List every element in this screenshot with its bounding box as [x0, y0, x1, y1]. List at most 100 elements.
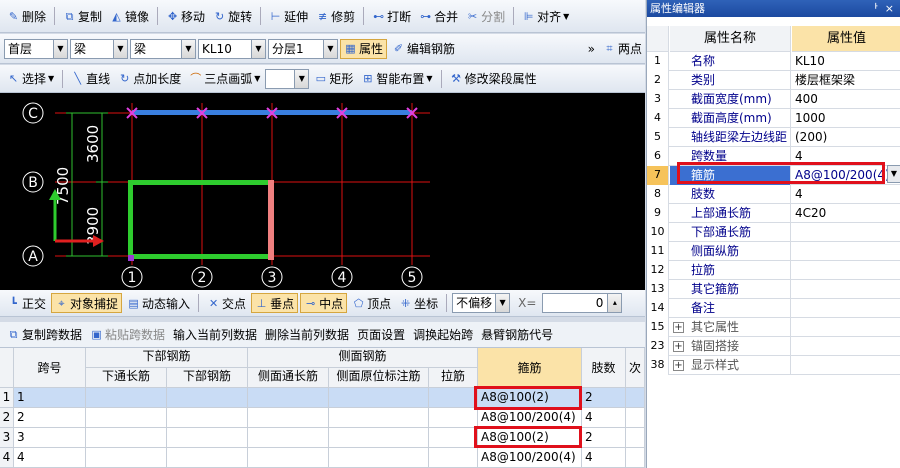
break-button[interactable]: ⊷ 打断 [369, 6, 414, 26]
property-row[interactable]: 9 上部通长筋 4C20 [647, 204, 900, 223]
property-value[interactable]: 楼层框架梁 [792, 71, 900, 90]
property-value[interactable]: 1000 [792, 109, 900, 128]
table-cell-stirrup[interactable]: A8@100/200(4) [478, 408, 582, 428]
page-setup-button[interactable]: 页面设置 [354, 325, 408, 345]
table-cell-legs[interactable]: 4 [582, 408, 626, 428]
stirrup-dropdown-icon[interactable]: ▼ [887, 165, 900, 183]
table-cell[interactable] [626, 428, 645, 448]
property-row[interactable]: 14 备注 [647, 299, 900, 318]
property-row[interactable]: 8 肢数 4 [647, 185, 900, 204]
property-value[interactable]: 4C20 [792, 204, 900, 223]
col-tie-header[interactable]: 拉筋 [429, 368, 478, 388]
copy-button[interactable]: ⧉ 复制 [60, 6, 105, 26]
coord-snap[interactable]: ⁜ 坐标 [396, 293, 441, 313]
col-bottom-through-header[interactable]: 下通长筋 [86, 368, 167, 388]
table-cell[interactable] [329, 428, 429, 448]
expand-icon[interactable]: + [673, 322, 684, 333]
perp-snap[interactable]: ⊥ 垂点 [251, 293, 299, 313]
col-more-header[interactable]: 次 [626, 348, 645, 388]
mirror-button[interactable]: ◭ 镜像 [107, 6, 152, 26]
property-row[interactable]: 12 拉筋 [647, 261, 900, 280]
property-value[interactable] [792, 299, 900, 318]
toolbar-overflow[interactable]: » [585, 39, 598, 59]
ortho-toggle[interactable]: ┗ 正交 [4, 293, 49, 313]
table-cell[interactable] [329, 448, 429, 468]
col-span-header[interactable]: 跨号 [14, 348, 86, 388]
table-cell[interactable] [429, 408, 478, 428]
property-value[interactable]: 4 [792, 185, 900, 204]
align-button[interactable]: ⊫ 对齐 ▼ [519, 6, 572, 26]
rect-button[interactable]: ▭ 矩形 [311, 69, 356, 89]
merge-button[interactable]: ⊶ 合并 [416, 6, 461, 26]
intersect-snap[interactable]: ✕ 交点 [204, 293, 249, 313]
table-cell[interactable] [248, 388, 329, 408]
expand-icon[interactable]: + [673, 360, 684, 371]
table-cell[interactable] [626, 388, 645, 408]
delete-col-button[interactable]: 删除当前列数据 [262, 325, 352, 345]
modify-span-button[interactable]: ⚒ 修改梁段属性 [447, 69, 540, 89]
property-row[interactable]: 1 名称 KL10 [647, 52, 900, 71]
smart-layout-button[interactable]: ⊞ 智能布置 ▼ [358, 69, 435, 89]
table-cell[interactable] [248, 428, 329, 448]
rotate-button[interactable]: ↻ 旋转 [210, 6, 255, 26]
table-cell[interactable] [167, 448, 248, 468]
table-cell-legs[interactable]: 2 [582, 388, 626, 408]
edit-rebar-button[interactable]: ✐ 编辑钢筋 [389, 39, 458, 59]
property-row[interactable]: 13 其它箍筋 [647, 280, 900, 299]
property-row[interactable]: 10 下部通长筋 [647, 223, 900, 242]
table-cell[interactable] [86, 448, 167, 468]
three-point-arc-button[interactable]: ⌒ 三点画弧 ▼ [186, 69, 263, 89]
table-cell[interactable] [429, 448, 478, 468]
dynamic-input-toggle[interactable]: ▤ 动态输入 [124, 293, 193, 313]
line-button[interactable]: ╲ 直线 [68, 69, 113, 89]
split-button[interactable]: ✂ 分割 [463, 6, 508, 26]
table-cell[interactable] [167, 388, 248, 408]
component-subtype-select[interactable]: 梁 ▼ [130, 38, 196, 59]
col-legs-header[interactable]: 肢数 [582, 348, 626, 388]
move-button[interactable]: ✥ 移动 [163, 6, 208, 26]
adjust-start-button[interactable]: 调换起始跨 [410, 325, 476, 345]
table-cell[interactable] [429, 388, 478, 408]
property-row[interactable]: 5 轴线距梁左边线距 (200) [647, 128, 900, 147]
close-icon[interactable]: × [885, 0, 894, 17]
attribute-button[interactable]: ▦ 属性 [340, 38, 388, 59]
two-point-button[interactable]: ⌗ 两点 [600, 39, 645, 59]
table-cell-stirrup[interactable]: A8@100/200(4) [478, 448, 582, 468]
property-row[interactable]: 4 截面高度(mm) 1000 [647, 109, 900, 128]
table-cell[interactable] [329, 408, 429, 428]
input-col-button[interactable]: 输入当前列数据 [170, 325, 260, 345]
beam-selected-right[interactable] [268, 180, 274, 260]
beam-green-top[interactable] [128, 180, 272, 185]
property-value[interactable] [792, 280, 900, 299]
property-value[interactable] [792, 356, 900, 375]
property-row[interactable]: 38 + 显示样式 [647, 356, 900, 375]
offset-select[interactable]: 不偏移 ▼ [452, 293, 511, 313]
object-snap-toggle[interactable]: ⌖ 对象捕捉 [51, 293, 123, 313]
col-side-header[interactable]: 侧面钢筋 [248, 348, 478, 368]
property-row[interactable]: 23 + 锚固搭接 [647, 337, 900, 356]
table-cell[interactable] [626, 408, 645, 428]
beam-green-left[interactable] [128, 180, 133, 260]
col-bottom-bar-header[interactable]: 下部钢筋 [167, 368, 248, 388]
delete-button[interactable]: ✎ 删除 [4, 6, 49, 26]
component-name-select[interactable]: KL10 ▼ [198, 38, 266, 59]
col-side-through-header[interactable]: 侧面通长筋 [248, 368, 329, 388]
expand-icon[interactable]: + [673, 341, 684, 352]
table-cell-legs[interactable]: 4 [582, 448, 626, 468]
mid-snap[interactable]: ⊸ 中点 [300, 293, 348, 313]
table-cell[interactable] [167, 408, 248, 428]
cantilever-button[interactable]: 悬臂钢筋代号 [478, 325, 556, 345]
paste-span-button[interactable]: ▣ 粘贴跨数据 [87, 325, 168, 345]
drawing-canvas[interactable]: 3600 3900 7500 C B A 1 2 3 4 5 [0, 93, 645, 290]
table-cell[interactable] [86, 388, 167, 408]
floor-select[interactable]: 首层 ▼ [4, 38, 68, 59]
table-cell-span[interactable]: 2 [14, 408, 86, 428]
table-cell[interactable] [248, 408, 329, 428]
table-cell[interactable] [248, 448, 329, 468]
table-cell-span[interactable]: 3 [14, 428, 86, 448]
property-row[interactable]: 11 侧面纵筋 [647, 242, 900, 261]
layer-select[interactable]: 分层1 ▼ [268, 38, 338, 59]
table-cell[interactable] [429, 428, 478, 448]
table-cell[interactable] [167, 428, 248, 448]
select-button[interactable]: ↖ 选择 ▼ [4, 69, 57, 89]
